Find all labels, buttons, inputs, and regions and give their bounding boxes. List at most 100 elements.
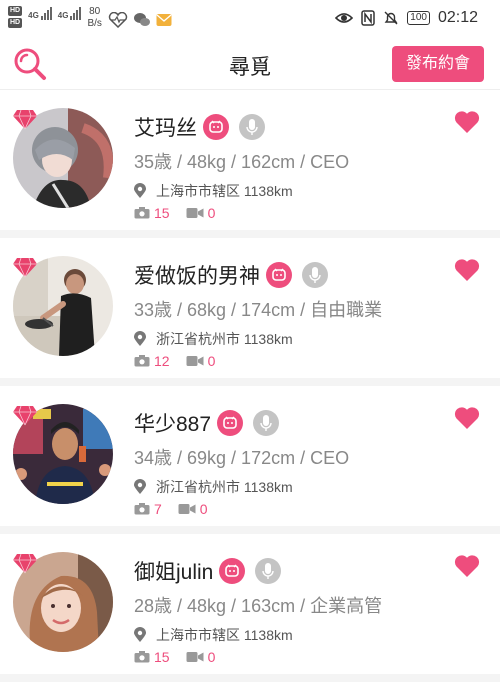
location-pin-icon bbox=[134, 479, 146, 494]
vip-badge-icon bbox=[203, 114, 229, 140]
user-stats: 33歳 / 68kg / 174cm / 自由職業 bbox=[134, 300, 383, 320]
photo-count[interactable]: 15 bbox=[134, 205, 170, 221]
network-type-2: 4G bbox=[57, 11, 69, 20]
microphone-icon bbox=[260, 415, 272, 431]
voice-intro-button[interactable] bbox=[239, 114, 265, 140]
user-card[interactable]: 艾玛丝 35歳 / 48kg / 162cm / CEO 上海市市辖区 1138… bbox=[0, 90, 500, 238]
photo-count[interactable]: 12 bbox=[134, 353, 170, 369]
user-name: 爱做饭的男神 bbox=[134, 265, 260, 288]
user-location: 浙江省杭州市 1138km bbox=[156, 331, 293, 347]
vip-badge-icon bbox=[217, 410, 244, 436]
mail-icon bbox=[156, 14, 172, 26]
user-list: 艾玛丝 35歳 / 48kg / 162cm / CEO 上海市市辖区 1138… bbox=[0, 90, 500, 682]
vip-badge-icon bbox=[219, 558, 246, 584]
photo-count-value: 15 bbox=[154, 205, 170, 221]
photo-count-value: 12 bbox=[154, 353, 170, 369]
voice-intro-button[interactable] bbox=[302, 262, 328, 288]
vip-badge-icon bbox=[266, 262, 292, 288]
media-row: 7 0 bbox=[134, 501, 224, 517]
photo-count[interactable]: 15 bbox=[134, 649, 170, 665]
clock: 02:12 bbox=[437, 9, 478, 26]
app-header: 尋覓 發布約會 bbox=[0, 38, 500, 90]
microphone-icon bbox=[262, 563, 275, 579]
video-count-value: 0 bbox=[199, 501, 208, 517]
status-bar: HD HD 4G 4G 80 B/s 100 02:12 bbox=[0, 0, 500, 38]
network-type-1: 4G bbox=[28, 11, 39, 20]
media-row: 15 0 bbox=[134, 205, 231, 221]
video-camera-icon bbox=[186, 208, 204, 218]
post-date-button[interactable]: 發布約會 bbox=[392, 46, 484, 82]
like-heart-icon[interactable] bbox=[454, 258, 480, 282]
user-location: 上海市市辖区 1138km bbox=[156, 183, 293, 199]
location-row: 浙江省杭州市 1138km bbox=[134, 329, 293, 349]
user-name: 御姐julin bbox=[134, 561, 214, 584]
notification-icons bbox=[108, 12, 172, 28]
video-camera-icon bbox=[178, 504, 196, 514]
status-left: HD HD 4G 4G 80 B/s bbox=[8, 6, 172, 30]
hd-badge-2: HD bbox=[8, 18, 23, 28]
user-stats: 28歳 / 48kg / 163cm / 企業高管 bbox=[134, 596, 383, 616]
wechat-icon bbox=[133, 13, 150, 26]
diamond-icon bbox=[13, 109, 37, 130]
sim-indicators: HD HD bbox=[8, 6, 23, 28]
user-stats: 35歳 / 48kg / 162cm / CEO bbox=[134, 152, 350, 172]
location-row: 浙江省杭州市 1138km bbox=[134, 477, 293, 497]
location-row: 上海市市辖区 1138km bbox=[134, 181, 293, 201]
user-location: 上海市市辖区 1138km bbox=[156, 627, 293, 643]
camera-icon bbox=[134, 651, 150, 663]
photo-count[interactable]: 7 bbox=[134, 501, 162, 517]
camera-icon bbox=[134, 503, 150, 515]
video-count[interactable]: 0 bbox=[186, 649, 216, 665]
hd-badge-1: HD bbox=[8, 6, 23, 16]
speed-value: 80 bbox=[89, 6, 101, 17]
user-card[interactable]: 御姐julin 28歳 / 48kg / 163cm / 企業高管 上海市市辖区… bbox=[0, 534, 500, 682]
voice-intro-button[interactable] bbox=[255, 558, 282, 584]
video-count-value: 0 bbox=[207, 205, 216, 221]
video-camera-icon bbox=[186, 356, 204, 366]
video-count[interactable]: 0 bbox=[186, 353, 216, 369]
video-count-value: 0 bbox=[207, 353, 216, 369]
network-speed: 80 B/s bbox=[87, 6, 101, 30]
eye-icon bbox=[335, 13, 354, 23]
user-stats: 34歳 / 69kg / 172cm / CEO bbox=[134, 448, 350, 468]
user-name: 艾玛丝 bbox=[134, 117, 197, 140]
like-heart-icon[interactable] bbox=[454, 110, 480, 134]
like-heart-icon[interactable] bbox=[454, 554, 480, 578]
video-count[interactable]: 0 bbox=[178, 501, 208, 517]
user-name: 华少887 bbox=[134, 413, 212, 436]
video-count-value: 0 bbox=[207, 649, 216, 665]
name-row: 艾玛丝 bbox=[134, 112, 265, 142]
name-row: 华少887 bbox=[134, 408, 280, 438]
like-heart-icon[interactable] bbox=[454, 406, 480, 430]
location-row: 上海市市辖区 1138km bbox=[134, 625, 293, 645]
diamond-icon bbox=[13, 257, 37, 278]
diamond-icon bbox=[13, 553, 37, 574]
media-row: 12 0 bbox=[134, 353, 231, 369]
user-card[interactable]: 爱做饭的男神 33歳 / 68kg / 174cm / 自由職業 浙江省杭州市 … bbox=[0, 238, 500, 386]
user-location: 浙江省杭州市 1138km bbox=[156, 479, 293, 495]
camera-icon bbox=[134, 207, 150, 219]
signal-2: 4G bbox=[58, 6, 82, 20]
video-count[interactable]: 0 bbox=[186, 205, 216, 221]
name-row: 爱做饭的男神 bbox=[134, 260, 328, 290]
signal-bars-icon bbox=[40, 6, 52, 20]
camera-icon bbox=[134, 355, 150, 367]
diamond-icon bbox=[13, 405, 37, 426]
media-row: 15 0 bbox=[134, 649, 231, 665]
user-card[interactable]: 华少887 34歳 / 69kg / 172cm / CEO 浙江省杭州市 11… bbox=[0, 386, 500, 534]
photo-count-value: 15 bbox=[154, 649, 170, 665]
photo-count-value: 7 bbox=[154, 501, 162, 517]
voice-intro-button[interactable] bbox=[253, 410, 280, 436]
microphone-icon bbox=[246, 119, 258, 135]
signal-bars-icon bbox=[70, 6, 82, 20]
location-pin-icon bbox=[134, 627, 146, 642]
microphone-icon bbox=[309, 267, 321, 283]
signal-1: 4G bbox=[28, 6, 52, 20]
heartbeat-icon bbox=[108, 12, 128, 28]
mute-bell-icon bbox=[384, 11, 398, 25]
location-pin-icon bbox=[134, 183, 146, 198]
speed-unit: B/s bbox=[87, 18, 102, 29]
battery-level: 100 bbox=[407, 11, 430, 25]
video-camera-icon bbox=[186, 652, 204, 662]
status-right: 100 02:12 bbox=[335, 9, 478, 27]
